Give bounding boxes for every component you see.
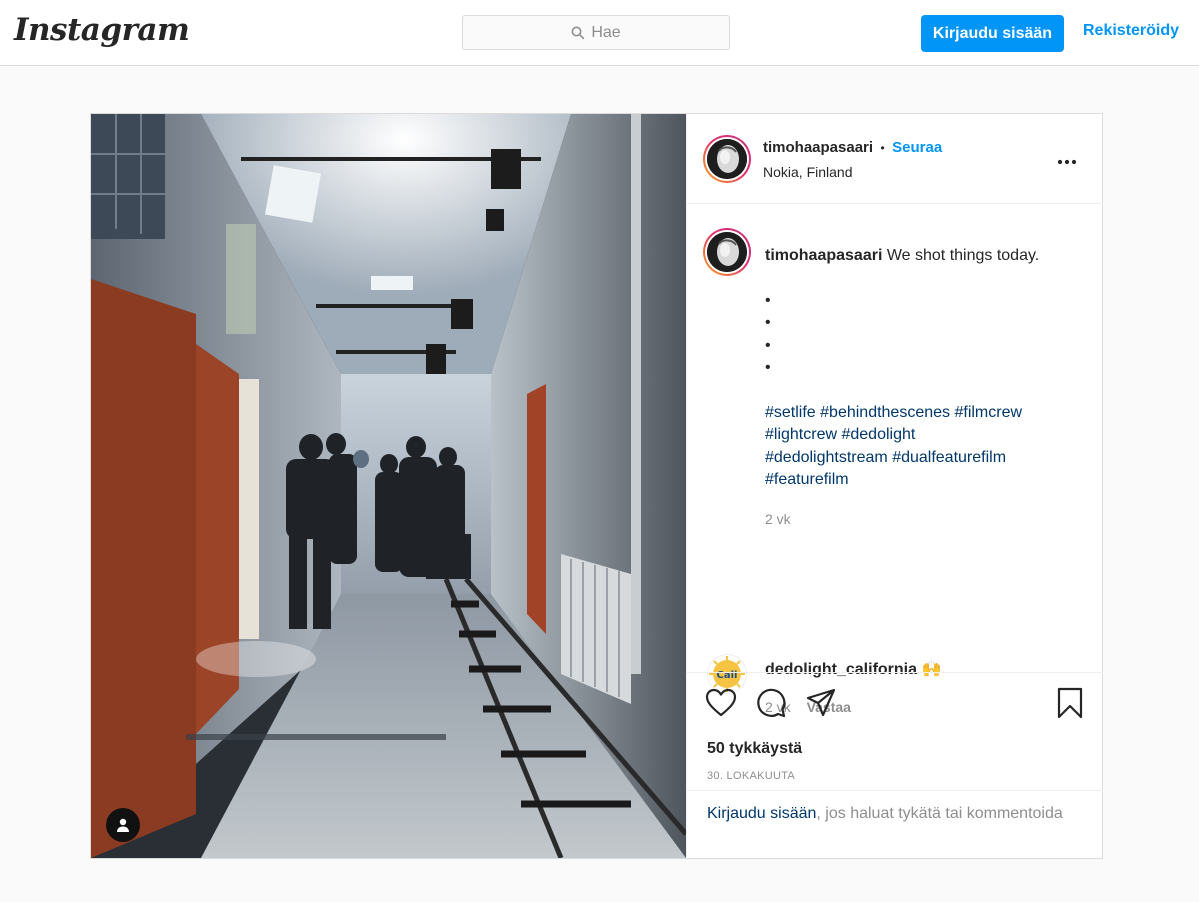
comment-icon[interactable]: [755, 687, 787, 719]
hashtags-line[interactable]: #featurefilm: [765, 471, 849, 488]
likes-count[interactable]: 50 tykkäystä: [707, 740, 802, 758]
post-header: timohaapasaari • Seuraa Nokia, Finland: [687, 114, 1103, 204]
follow-button[interactable]: Seuraa: [892, 139, 942, 156]
post-sidebar: timohaapasaari • Seuraa Nokia, Finland t…: [686, 114, 1103, 858]
top-navbar: Instagram Hae Kirjaudu sisään Rekisteröi…: [0, 0, 1199, 66]
post-photo[interactable]: [91, 114, 686, 858]
login-prompt-link[interactable]: Kirjaudu sisään: [707, 805, 816, 822]
avatar-image: [707, 232, 747, 272]
login-prompt: Kirjaudu sisään, jos haluat tykätä tai k…: [687, 790, 1103, 858]
instagram-logo[interactable]: Instagram: [14, 12, 190, 48]
author-avatar[interactable]: [703, 135, 751, 183]
hashtags-line[interactable]: #dedolightstream #dualfeaturefilm: [765, 449, 1006, 466]
share-icon[interactable]: [805, 687, 837, 719]
search-placeholder: Hae: [591, 23, 621, 41]
caption-author-avatar[interactable]: [703, 228, 751, 276]
login-button[interactable]: Kirjaudu sisään: [921, 15, 1064, 52]
avatar-image: [707, 139, 747, 179]
more-options-icon[interactable]: [1057, 150, 1077, 166]
caption-text: We shot things today.: [886, 247, 1040, 264]
user-icon: [117, 818, 129, 832]
author-username[interactable]: timohaapasaari: [763, 139, 873, 156]
search-icon: [571, 26, 585, 39]
register-link[interactable]: Rekisteröidy: [1083, 22, 1179, 40]
hashtags-line[interactable]: #lightcrew #dedolight: [765, 426, 915, 443]
comments-section: timohaapasaari We shot things today. • •…: [687, 204, 1103, 715]
tagged-user-button[interactable]: [106, 808, 140, 842]
caption-bullet: •: [765, 314, 771, 331]
caption-age[interactable]: 2 vk: [765, 508, 1085, 531]
login-prompt-text: , jos haluat tykätä tai kommentoida: [816, 805, 1063, 822]
post-photo-image: [91, 114, 686, 858]
heart-icon[interactable]: [705, 687, 737, 719]
caption-bullet: •: [765, 291, 771, 309]
post-caption: timohaapasaari We shot things today. • •…: [765, 245, 1085, 530]
post-date[interactable]: 30. LOKAKUUTA: [707, 770, 795, 782]
caption-bullet: •: [765, 336, 771, 354]
post-actions: 50 tykkäystä 30. LOKAKUUTA: [687, 672, 1103, 790]
post-location[interactable]: Nokia, Finland: [763, 164, 853, 180]
caption-bullet: •: [765, 359, 771, 376]
search-box[interactable]: Hae: [462, 15, 730, 50]
bookmark-icon[interactable]: [1055, 687, 1085, 719]
follow-separator: •: [880, 141, 885, 155]
post-card: timohaapasaari • Seuraa Nokia, Finland t…: [90, 113, 1103, 859]
caption-username[interactable]: timohaapasaari: [765, 247, 882, 264]
hashtags-line[interactable]: #setlife #behindthescenes #filmcrew: [765, 404, 1022, 421]
